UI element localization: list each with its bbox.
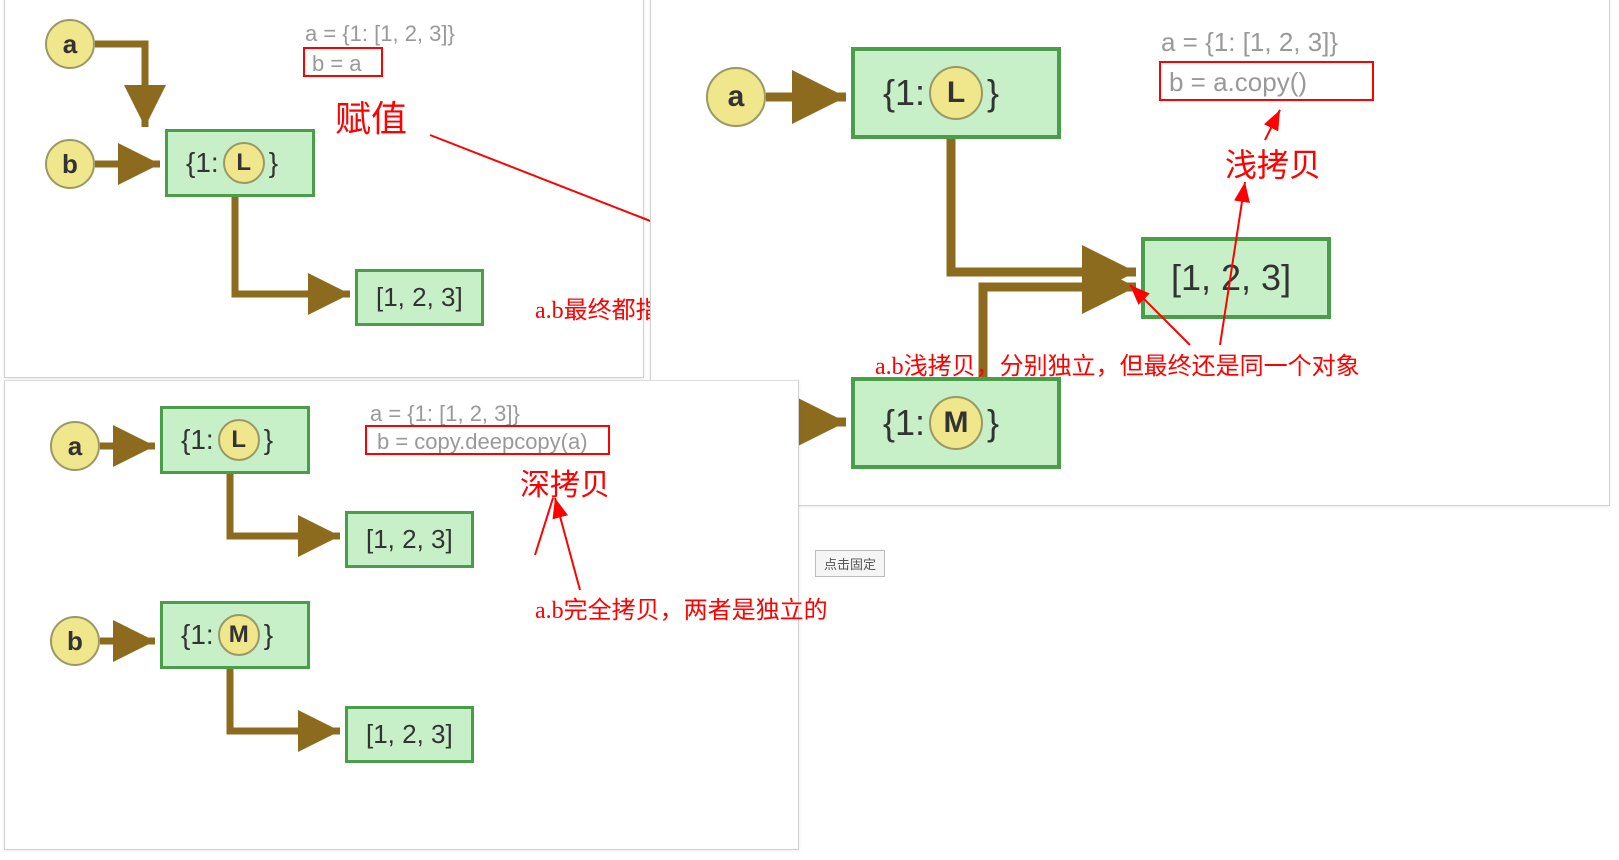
- highlight-box: [303, 47, 383, 77]
- var-b-circle: b: [50, 616, 100, 666]
- dict-box-a: {1: L }: [851, 47, 1061, 139]
- inner-ref-L-circle: L: [218, 419, 260, 461]
- list-box: [1, 2, 3]: [355, 269, 484, 326]
- highlight-box: [365, 425, 610, 455]
- code-line-1: a = {1: [1, 2, 3]}: [1161, 27, 1338, 58]
- pin-button[interactable]: 点击固定: [815, 550, 885, 577]
- code-line-1: a = {1: [1, 2, 3]}: [305, 21, 455, 47]
- list-box: [1, 2, 3]: [1141, 237, 1331, 319]
- caption-shallow: a.b浅拷贝，分别独立，但最终还是同一个对象: [875, 346, 1360, 381]
- dict-box-b: {1: M }: [851, 377, 1061, 469]
- var-a-circle: a: [45, 19, 95, 69]
- code-line-1: a = {1: [1, 2, 3]}: [370, 401, 520, 427]
- inner-ref-M-circle: M: [218, 614, 260, 656]
- dict-box: {1: L }: [165, 129, 315, 197]
- list-box-2: [1, 2, 3]: [345, 706, 474, 763]
- list-box-1: [1, 2, 3]: [345, 511, 474, 568]
- inner-ref-L-circle: L: [929, 66, 983, 120]
- inner-ref-M-circle: M: [929, 396, 983, 450]
- inner-ref-circle: L: [223, 142, 265, 184]
- highlight-box: [1159, 61, 1374, 101]
- var-b-circle: b: [45, 139, 95, 189]
- title-assignment: 赋值: [335, 90, 407, 142]
- caption-deep: a.b完全拷贝，两者是独立的: [535, 590, 828, 625]
- title-deep: 深拷贝: [520, 460, 610, 504]
- dict-box-b: {1: M }: [160, 601, 310, 669]
- var-a-circle: a: [50, 421, 100, 471]
- var-a-circle: a: [706, 67, 766, 127]
- title-shallow: 浅拷贝: [1225, 140, 1321, 186]
- dict-box-a: {1: L }: [160, 406, 310, 474]
